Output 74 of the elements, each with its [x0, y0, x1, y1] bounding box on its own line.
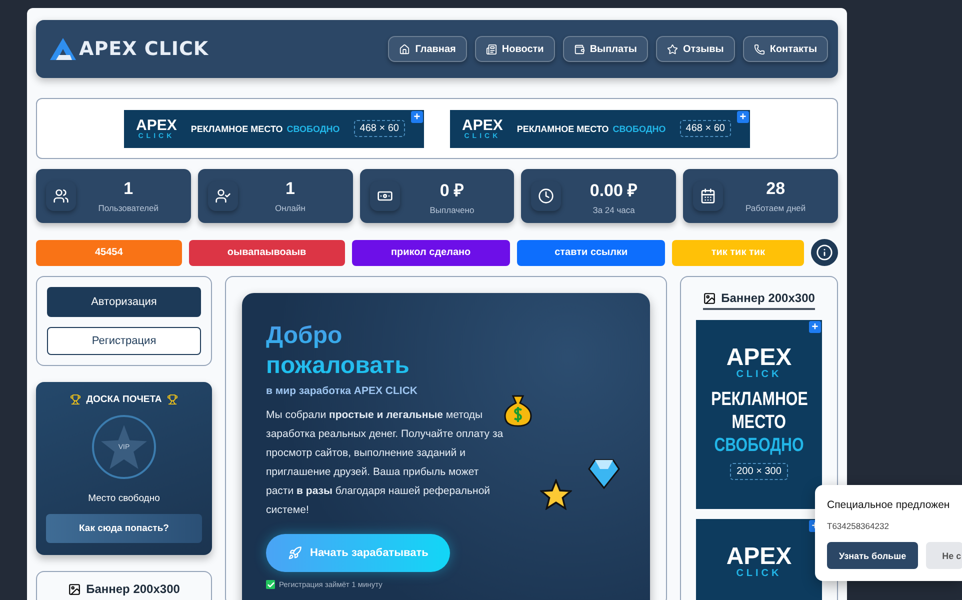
diamond-icon [588, 459, 620, 489]
stat-value: 28 [766, 179, 786, 199]
banner-heading: Баннер 200x300 [86, 582, 180, 596]
star-icon [666, 44, 678, 54]
stat-label: Онлайн [274, 203, 306, 213]
stat-value: 0.00 ₽ [590, 180, 638, 200]
banner-highlight: СВОБОДНО [612, 124, 666, 134]
stat-value: 1 [285, 179, 295, 199]
banner-logo-subtext: CLICK [736, 569, 782, 579]
stat-value: 1 [124, 179, 134, 199]
hero-subtitle: в мир заработка APEX CLICK [266, 385, 418, 397]
banner-badge: + [411, 110, 423, 122]
clock-icon [531, 181, 562, 211]
phone-icon [754, 44, 765, 54]
banner-highlight: СВОБОДНО [286, 124, 340, 134]
hero-paragraph: Мы собрали простые и легальные методы заработка реальных денег. Получайте оплату за просмотр сайтов, выполнение заданий и приглашение друзей. Ваша прибыль может расти в разы благодаря нашей реферальной системе! [266, 408, 504, 518]
popup-title: Специальное предложен [827, 499, 951, 511]
image-icon [703, 292, 716, 304]
banner-logo-text: APEX [726, 346, 792, 370]
info-button[interactable] [811, 239, 838, 266]
newspaper-icon [486, 44, 497, 54]
banner-logo-text: APEX [462, 118, 503, 132]
popup-code: T634258364232 [827, 521, 890, 531]
calendar-icon [693, 181, 724, 211]
stat-label: За 24 часа [592, 204, 635, 214]
banner-text: РЕКЛАМНОЕ МЕСТО [190, 124, 283, 134]
dismiss-button[interactable]: Не с [926, 542, 962, 569]
user-check-icon [208, 181, 238, 211]
nav-button[interactable]: Выплаты [562, 36, 648, 62]
banner-text: МЕСТО [732, 411, 786, 434]
banner-badge: + [737, 110, 749, 122]
banner-highlight: СВОБОДНО [714, 434, 804, 457]
logo-icon [50, 38, 76, 60]
stat-value: 0 ₽ [440, 180, 464, 200]
wallet-icon [574, 44, 585, 54]
banknote-icon [370, 181, 400, 211]
stat-label: Работаем дней [746, 203, 806, 213]
register-button[interactable]: Регистрация [47, 327, 201, 355]
banner-logo-text: APEX [726, 545, 792, 569]
users-icon [46, 181, 76, 211]
banner-logo-text: APEX [136, 118, 177, 132]
banner-text: РЕКЛАМНОЕ МЕСТО [516, 124, 609, 134]
nav-button[interactable]: Главная [388, 36, 467, 62]
logo-text[interactable]: APEX CLICK [79, 38, 209, 60]
banner-badge: + [809, 321, 821, 333]
banner-heading: Баннер 200x300 [721, 291, 815, 305]
stat-label: Выплачено [430, 204, 474, 214]
login-button[interactable]: Авторизация [47, 287, 201, 317]
announcement-tag[interactable]: оывапаывоаыв [188, 240, 345, 266]
banner-text: РЕКЛАМНОЕ [710, 388, 808, 411]
star-icon [540, 479, 572, 510]
rocket-icon [288, 546, 302, 560]
honor-status: Место свободно [88, 493, 160, 504]
image-icon [68, 582, 82, 596]
banner-size: 468 × 60 [680, 120, 731, 137]
stat-label: Пользователей [98, 203, 158, 213]
ad-banner[interactable]: APEX CLICK РЕКЛАМНОЕ МЕСТО СВОБОДНО 200 × 300 + [696, 320, 822, 509]
nav-button[interactable]: Контакты [742, 36, 828, 62]
banner-size: 468 × 60 [354, 120, 405, 137]
learn-more-button[interactable]: Узнать больше [827, 542, 918, 569]
banner-logo-subtext: CLICK [736, 370, 782, 380]
checkmark-icon [266, 580, 275, 589]
money-bag-icon [504, 395, 532, 427]
trophy-icon [166, 394, 178, 405]
announcement-tag[interactable]: прикол сделано [352, 240, 510, 266]
nav-button[interactable]: Отзывы [656, 36, 735, 62]
how-to-join-button[interactable]: Как сюда попасть? [46, 514, 202, 543]
info-icon [816, 244, 834, 261]
nav-button[interactable]: Новости [474, 36, 555, 62]
home-icon [399, 44, 410, 54]
trophy-icon [70, 394, 82, 405]
banner-size: 200 × 300 [730, 463, 788, 480]
announcement-tag[interactable]: ставти ссылки [516, 240, 666, 266]
honor-board-title: ДОСКА ПОЧЕТА [86, 394, 162, 405]
